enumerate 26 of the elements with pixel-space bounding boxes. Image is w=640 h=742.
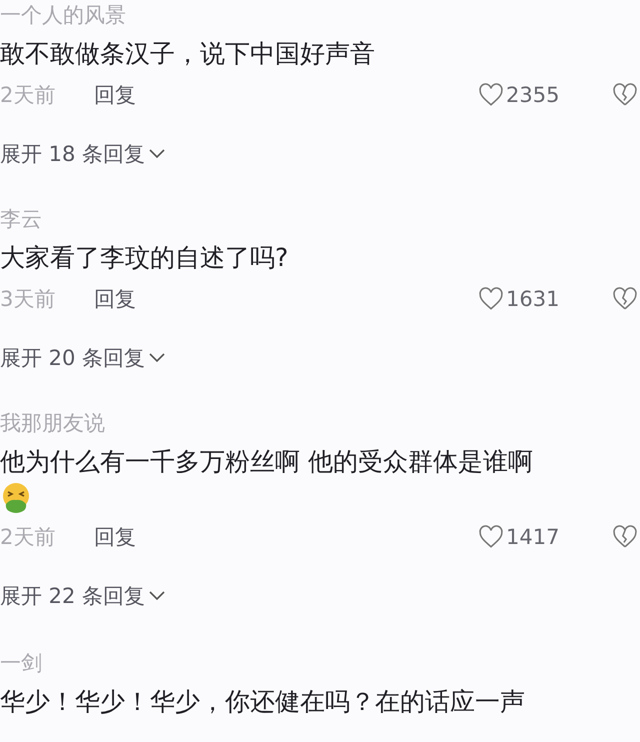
broken-heart-icon[interactable] [612, 524, 638, 550]
reply-button[interactable]: 回复 [94, 523, 136, 551]
chevron-down-icon [149, 353, 166, 363]
comment-text: 华少！华少！华少，你还健在吗？在的话应一声 [0, 686, 526, 718]
comment-text: 敢不敢做条汉子，说下中国好声音 [0, 38, 376, 70]
like-count: 2355 [506, 83, 560, 107]
heart-icon[interactable] [478, 286, 504, 312]
comment-text: 大家看了李玟的自述了吗? [0, 242, 290, 274]
heart-icon[interactable] [478, 524, 504, 550]
like-count: 1631 [506, 287, 560, 311]
timestamp: 2天前 [0, 82, 56, 109]
heart-icon[interactable] [478, 82, 504, 108]
expand-replies-button[interactable]: 展开 22 条回复 [0, 582, 166, 610]
broken-heart-icon[interactable] [612, 286, 638, 312]
reply-button[interactable]: 回复 [94, 81, 136, 109]
like-count: 1417 [506, 525, 560, 549]
nauseated-emoji-icon [0, 482, 32, 514]
chevron-down-icon [149, 591, 166, 601]
chevron-down-icon [149, 149, 166, 159]
broken-heart-icon[interactable] [612, 82, 638, 108]
expand-replies-button[interactable]: 展开 18 条回复 [0, 140, 166, 168]
comment-text: 他为什么有一千多万粉丝啊 他的受众群体是谁啊 [0, 446, 534, 478]
timestamp: 3天前 [0, 286, 56, 313]
timestamp: 2天前 [0, 524, 56, 551]
reply-button[interactable]: 回复 [94, 285, 136, 313]
expand-replies-button[interactable]: 展开 20 条回复 [0, 344, 166, 372]
